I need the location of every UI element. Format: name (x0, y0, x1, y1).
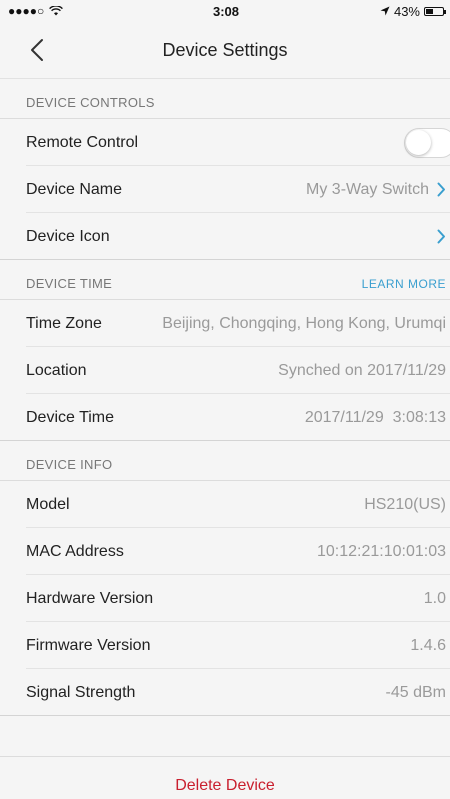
remote-control-label: Remote Control (26, 133, 139, 151)
delete-device-button[interactable]: Delete Device (175, 777, 275, 795)
battery-icon (424, 6, 446, 16)
hardware-version-label: Hardware Version (26, 589, 154, 607)
chevron-left-icon (31, 39, 43, 61)
chevron-right-icon (437, 182, 446, 197)
section-title: DEVICE CONTROLS (26, 95, 155, 110)
signal-strength-indicator: ●●●●○ (8, 4, 45, 18)
device-time-value: 2017/11/29 3:08:13 (304, 408, 446, 426)
time-zone-label: Time Zone (26, 314, 102, 332)
time-zone-value: Beijing, Chongqing, Hong Kong, Urumqi (162, 314, 446, 332)
device-time-label: Device Time (26, 408, 115, 426)
battery-percent: 43% (393, 3, 420, 19)
model-label: Model (26, 495, 70, 513)
device-icon-row[interactable]: Device Icon (0, 213, 450, 260)
mac-address-row: MAC Address 10:12:21:10:01:03 (0, 528, 450, 575)
device-settings-screen: ●●●●○ 3:08 43% Device Settings DEVICE CO… (0, 0, 450, 794)
chevron-right-icon (437, 229, 446, 244)
device-icon-value-group (437, 229, 446, 244)
model-value: HS210(US) (364, 495, 446, 513)
section-spacer (0, 716, 450, 757)
learn-more-link[interactable]: LEARN MORE (362, 277, 446, 291)
location-row: Location Synched on 2017/11/29 (0, 347, 450, 394)
remote-control-toggle[interactable] (404, 127, 450, 158)
device-name-value: My 3-Way Switch (306, 180, 429, 198)
remote-control-row: Remote Control (0, 119, 450, 166)
firmware-version-value: 1.4.6 (410, 636, 446, 654)
location-value: Synched on 2017/11/29 (278, 361, 446, 379)
firmware-version-label: Firmware Version (26, 636, 151, 654)
section-header-device-controls: DEVICE CONTROLS (0, 79, 450, 119)
location-arrow-icon (380, 4, 390, 19)
status-bar: ●●●●○ 3:08 43% (0, 0, 450, 22)
device-name-row[interactable]: Device Name My 3-Way Switch (0, 166, 450, 213)
hardware-version-value: 1.0 (423, 589, 446, 607)
status-left: ●●●●○ (8, 4, 158, 19)
location-label: Location (26, 361, 87, 379)
section-title: DEVICE INFO (26, 457, 113, 472)
device-time-row: Device Time 2017/11/29 3:08:13 (0, 394, 450, 441)
firmware-version-row: Firmware Version 1.4.6 (0, 622, 450, 669)
section-title: DEVICE TIME (26, 276, 113, 291)
mac-address-label: MAC Address (26, 542, 124, 560)
status-time: 3:08 (212, 3, 240, 19)
status-right: 43% (294, 3, 446, 19)
navigation-bar: Device Settings (0, 22, 450, 79)
hardware-version-row: Hardware Version 1.0 (0, 575, 450, 622)
page-title: Device Settings (162, 39, 288, 60)
back-button[interactable] (22, 32, 52, 68)
wifi-icon (49, 4, 64, 19)
signal-strength-label: Signal Strength (26, 683, 136, 701)
section-header-device-time: DEVICE TIME LEARN MORE (0, 260, 450, 300)
section-header-device-info: DEVICE INFO (0, 441, 450, 481)
mac-address-value: 10:12:21:10:01:03 (316, 542, 446, 560)
device-icon-label: Device Icon (26, 227, 110, 245)
model-row: Model HS210(US) (0, 481, 450, 528)
toggle-knob (406, 129, 431, 155)
battery-level-fill (426, 8, 433, 14)
signal-strength-row: Signal Strength -45 dBm (0, 669, 450, 716)
delete-device-row: Delete Device (0, 757, 450, 799)
time-zone-row[interactable]: Time Zone Beijing, Chongqing, Hong Kong,… (0, 300, 450, 347)
device-name-value-group: My 3-Way Switch (306, 181, 446, 199)
signal-strength-value: -45 dBm (385, 683, 446, 701)
device-name-label: Device Name (26, 180, 123, 198)
